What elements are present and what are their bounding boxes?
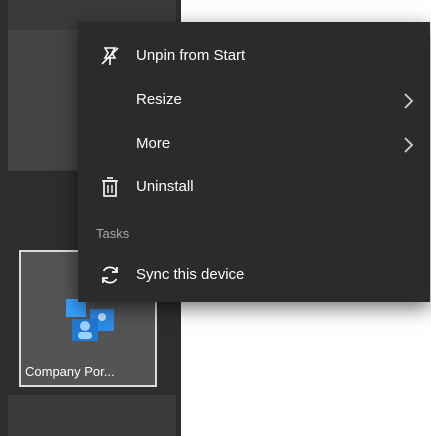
sync-icon: [102, 266, 118, 284]
context-menu: Unpin from Start Resize More Uninstall T…: [78, 22, 430, 302]
tile-label: Company Por...: [25, 364, 115, 379]
menu-item-sync-this-device[interactable]: Sync this device: [78, 254, 430, 298]
menu-item-label: More: [136, 135, 171, 152]
menu-item-uninstall[interactable]: Uninstall: [78, 166, 430, 210]
company-portal-icon: [66, 299, 114, 341]
menu-item-unpin-from-start[interactable]: Unpin from Start: [78, 35, 430, 79]
menu-item-label: Resize: [136, 91, 182, 108]
menu-item-label: Unpin from Start: [136, 47, 246, 64]
chevron-right-icon: [404, 93, 414, 109]
trash-icon: [102, 177, 118, 197]
unpin-icon: [101, 47, 119, 65]
start-tile-row: [8, 395, 176, 436]
menu-item-more[interactable]: More: [78, 123, 430, 167]
menu-item-resize[interactable]: Resize: [78, 79, 430, 123]
start-tile[interactable]: [8, 30, 78, 170]
menu-item-label: Sync this device: [136, 266, 245, 283]
chevron-right-icon: [404, 137, 414, 153]
tasks-section-header: Tasks: [96, 226, 130, 241]
menu-item-label: Uninstall: [136, 178, 194, 195]
